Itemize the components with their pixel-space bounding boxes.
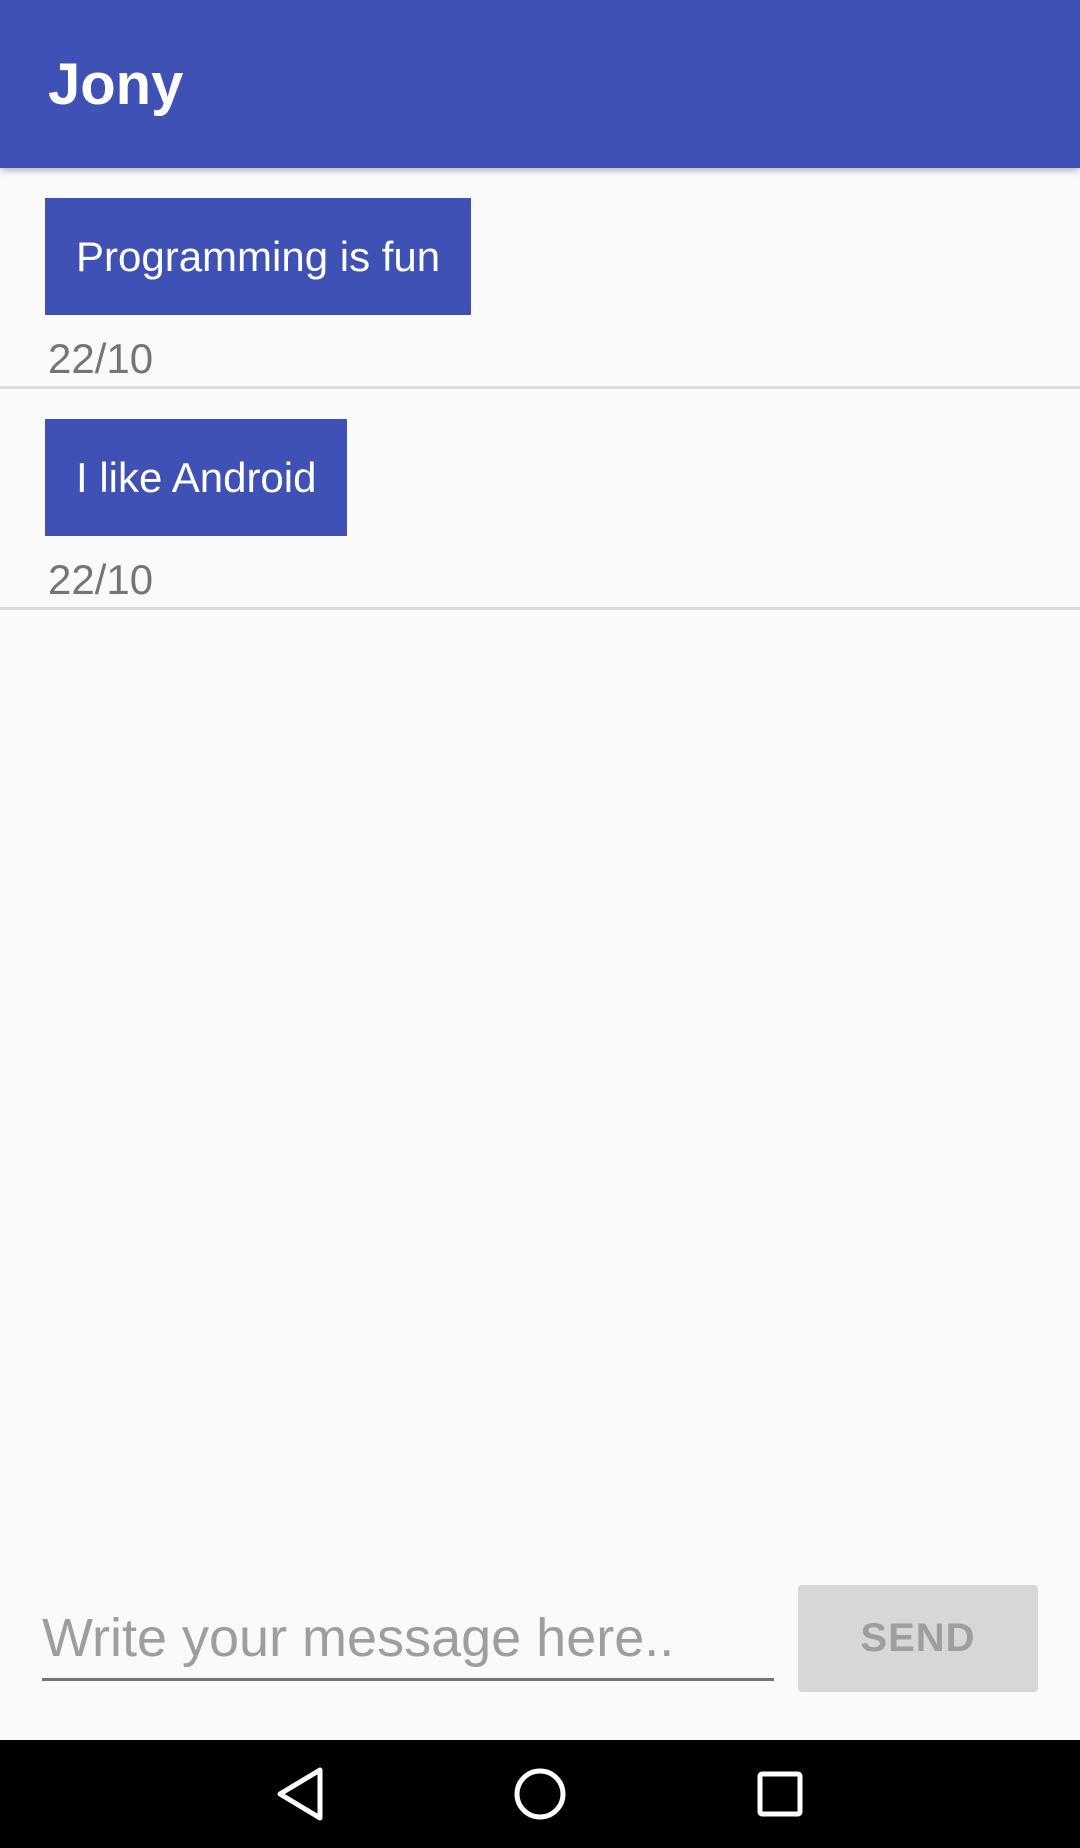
- navigation-bar: [0, 1740, 1080, 1848]
- app-bar: Jony: [0, 0, 1080, 168]
- message-item: I like Android 22/10: [0, 389, 1080, 610]
- home-icon[interactable]: [480, 1740, 600, 1848]
- message-bubble[interactable]: Programming is fun: [45, 198, 472, 315]
- message-input[interactable]: [42, 1598, 774, 1681]
- back-icon[interactable]: [240, 1740, 360, 1848]
- message-date: 22/10: [48, 556, 154, 603]
- recents-icon[interactable]: [720, 1740, 840, 1848]
- message-item: Programming is fun 22/10: [0, 168, 1080, 389]
- message-bubble[interactable]: I like Android: [45, 419, 348, 536]
- message-list: Programming is fun 22/10 I like Android …: [0, 168, 1080, 610]
- app-title: Jony: [48, 52, 184, 117]
- message-date: 22/10: [48, 335, 154, 382]
- send-button[interactable]: SEND: [798, 1585, 1038, 1692]
